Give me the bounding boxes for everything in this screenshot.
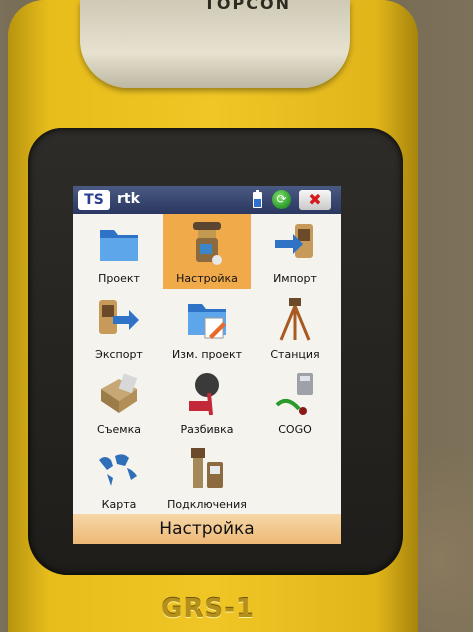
menu-item-survey[interactable]: Съемка <box>75 365 163 440</box>
app-logo-icon[interactable]: TS <box>78 190 110 210</box>
connection-icon <box>191 448 223 488</box>
menu-item-project[interactable]: Проект <box>75 214 163 289</box>
edit-folder-icon <box>188 304 226 339</box>
sync-icon[interactable]: ⟳ <box>272 190 291 209</box>
title-bar: TS rtk ⟳ ✖ <box>73 186 341 214</box>
device-screen: TS rtk ⟳ ✖ Проект Настройка Импорт Экспо… <box>73 186 341 544</box>
menu-item-map[interactable]: Карта <box>75 440 163 515</box>
device-top-window: TOPCON <box>80 0 350 88</box>
menu-item-label: Изм. проект <box>171 348 243 361</box>
menu-item-cogo[interactable]: COGO <box>251 365 339 440</box>
survey-icon <box>101 373 138 413</box>
app-title: rtk <box>117 191 140 207</box>
close-button[interactable]: ✖ <box>299 190 331 210</box>
cogo-icon <box>275 373 313 415</box>
menu-item-label: Проект <box>98 272 140 285</box>
menu-item-import[interactable]: Импорт <box>251 214 339 289</box>
menu-item-label: Экспорт <box>95 348 143 361</box>
tripod-icon <box>279 298 311 341</box>
device-model: GRS-1 <box>161 594 255 624</box>
map-icon <box>99 454 137 486</box>
battery-icon[interactable] <box>253 190 262 208</box>
device-brand: TOPCON <box>204 0 291 13</box>
menu-item-connections[interactable]: Подключения <box>163 440 251 515</box>
menu-item-edit-project[interactable]: Изм. проект <box>163 290 251 365</box>
menu-item-label: Подключения <box>167 498 247 511</box>
export-icon <box>99 300 139 334</box>
menu-item-station[interactable]: Станция <box>251 290 339 365</box>
menu-grid: Проект Настройка Импорт Экспорт Изм. про… <box>73 214 341 514</box>
menu-item-label: Станция <box>270 348 320 361</box>
menu-item-label: Карта <box>101 498 137 511</box>
menu-item-settings[interactable]: Настройка <box>163 214 251 289</box>
selected-item-bar: Настройка <box>73 514 341 544</box>
receiver-icon <box>193 222 222 265</box>
menu-item-export[interactable]: Экспорт <box>75 290 163 365</box>
menu-item-label: Съемка <box>97 423 141 436</box>
menu-item-label: Импорт <box>273 272 317 285</box>
folder-icon <box>100 230 138 261</box>
menu-item-label: Настройка <box>176 272 238 285</box>
menu-item-label: Разбивка <box>180 423 234 436</box>
stakeout-icon <box>189 373 219 416</box>
import-icon <box>275 224 313 258</box>
menu-item-stakeout[interactable]: Разбивка <box>163 365 251 440</box>
menu-item-label: COGO <box>278 423 312 436</box>
